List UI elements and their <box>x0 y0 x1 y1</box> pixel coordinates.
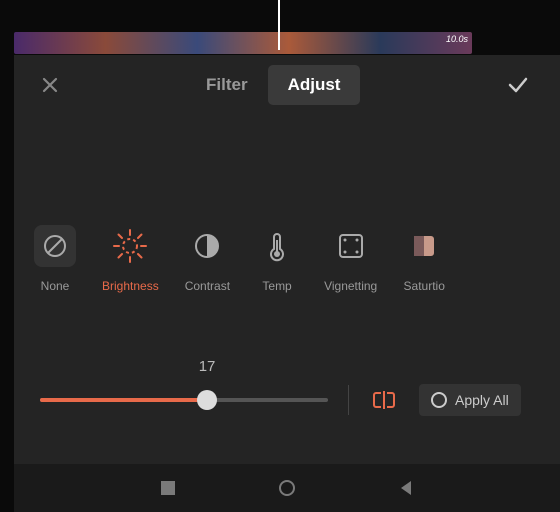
system-nav-bar <box>14 464 560 512</box>
saturation-icon <box>410 232 438 260</box>
thermometer-icon <box>263 230 291 262</box>
option-label: Contrast <box>185 279 230 293</box>
adjust-options: None Brightnes <box>14 105 560 293</box>
circle-icon <box>431 392 447 408</box>
option-vignetting[interactable]: Vignetting <box>324 225 377 293</box>
compare-button[interactable] <box>369 385 399 415</box>
tab-filter[interactable]: Filter <box>186 65 268 105</box>
slider-row: 17 Apply All <box>40 380 560 420</box>
confirm-button[interactable] <box>494 67 542 103</box>
timeline-clip[interactable]: 10.0s <box>14 32 472 54</box>
brightness-slider[interactable]: 17 <box>40 380 328 420</box>
back-icon[interactable] <box>397 479 415 497</box>
home-icon[interactable] <box>277 478 297 498</box>
close-button[interactable] <box>32 67 68 103</box>
option-none[interactable]: None <box>34 225 76 293</box>
none-icon <box>42 233 68 259</box>
compare-icon <box>371 389 397 411</box>
vignetting-icon <box>336 231 366 261</box>
slider-fill <box>40 398 207 402</box>
option-saturation[interactable]: Saturtio <box>403 225 445 293</box>
brightness-icon <box>110 226 150 266</box>
tabs: Filter Adjust <box>186 65 360 105</box>
close-icon <box>40 75 60 95</box>
panel-header: Filter Adjust <box>14 65 560 105</box>
option-label: None <box>41 279 70 293</box>
option-label: Vignetting <box>324 279 377 293</box>
adjust-panel: Filter Adjust None <box>14 55 560 464</box>
apply-all-button[interactable]: Apply All <box>419 384 521 416</box>
playhead[interactable] <box>278 0 280 50</box>
option-label: Temp <box>262 279 291 293</box>
contrast-icon <box>193 232 221 260</box>
slider-value: 17 <box>199 358 216 375</box>
slider-track <box>40 398 328 402</box>
apply-all-label: Apply All <box>455 392 509 408</box>
option-brightness[interactable]: Brightness <box>102 225 159 293</box>
check-icon <box>505 72 531 98</box>
divider <box>348 385 349 415</box>
option-label: Saturtio <box>404 279 445 293</box>
tab-adjust[interactable]: Adjust <box>268 65 361 105</box>
slider-thumb[interactable] <box>197 390 217 410</box>
clip-duration: 10.0s <box>446 34 468 44</box>
option-contrast[interactable]: Contrast <box>185 225 230 293</box>
option-label: Brightness <box>102 279 159 293</box>
option-temp[interactable]: Temp <box>256 225 298 293</box>
recent-apps-icon[interactable] <box>159 479 177 497</box>
